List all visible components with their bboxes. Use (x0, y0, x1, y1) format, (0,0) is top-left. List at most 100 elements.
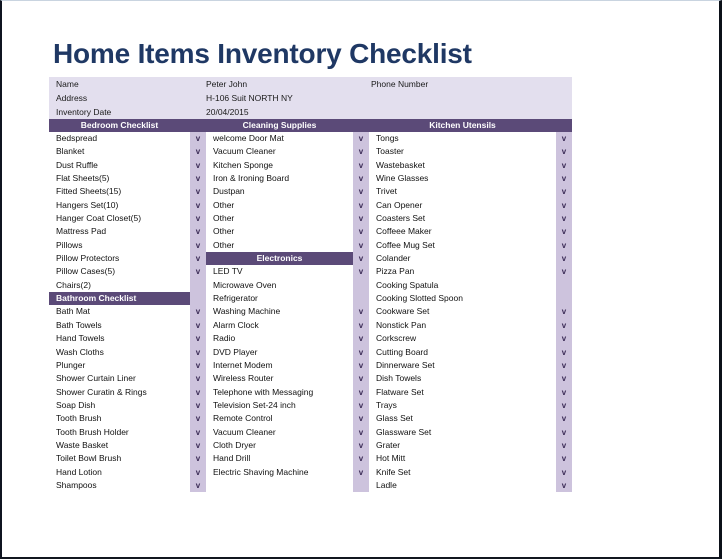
checkbox-cell[interactable]: v (556, 305, 572, 319)
checkbox-cell[interactable]: v (353, 412, 369, 426)
checklist-item-label: Other (206, 238, 353, 253)
checkbox-cell[interactable]: v (556, 452, 572, 466)
checkbox-cell[interactable]: v (353, 185, 369, 199)
checklist-item-label: Fitted Sheets(15) (49, 185, 190, 199)
checkbox-cell[interactable]: v (190, 158, 206, 173)
checklist-item-label: Electric Shaving Machine (206, 465, 353, 479)
checkbox-cell[interactable]: v (190, 198, 206, 213)
checkbox-cell[interactable]: v (556, 145, 572, 159)
checkbox-cell[interactable]: v (190, 132, 206, 146)
checkbox-cell[interactable]: v (190, 185, 206, 199)
checkbox-cell[interactable]: v (353, 238, 369, 253)
checkbox-cell[interactable]: v (190, 332, 206, 346)
checklist-item-label: Dust Ruffle (49, 158, 190, 173)
checkbox-cell[interactable]: v (556, 318, 572, 333)
checklist-row: Pillow Protectors v (49, 252, 206, 266)
column-header-spacer (190, 119, 206, 132)
checklist-item-label: Tooth Brush (49, 412, 190, 426)
checkbox-cell[interactable]: v (190, 145, 206, 159)
checkbox-cell[interactable]: v (190, 345, 206, 359)
checkbox-cell[interactable]: v (190, 358, 206, 373)
checklist-row: Tooth Brush v (49, 412, 206, 426)
checkbox-cell[interactable]: v (353, 372, 369, 386)
checkbox-cell[interactable]: v (353, 158, 369, 173)
checkbox-cell[interactable]: v (556, 185, 572, 199)
checklist-row: Hangers Set(10) v (49, 198, 206, 213)
checkbox-cell[interactable]: v (556, 132, 572, 146)
checkbox-cell[interactable]: v (190, 318, 206, 333)
checkbox-cell[interactable]: v (353, 172, 369, 186)
checkbox-cell[interactable]: v (353, 252, 369, 266)
checkbox-cell[interactable] (556, 292, 572, 306)
checkbox-cell[interactable] (353, 292, 369, 306)
checkbox-cell[interactable]: v (190, 425, 206, 439)
checkbox-cell[interactable]: v (190, 385, 206, 399)
checkbox-cell[interactable]: v (353, 318, 369, 333)
checkbox-cell[interactable]: v (353, 332, 369, 346)
checkbox-cell[interactable]: v (190, 438, 206, 453)
checkbox-cell[interactable]: v (190, 238, 206, 253)
checkbox-cell[interactable]: v (556, 172, 572, 186)
checklist-item-label: Toaster (369, 145, 556, 159)
checkbox-cell[interactable] (353, 278, 369, 293)
checklist-row: Bath Mat v (49, 305, 206, 319)
checkbox-cell[interactable]: v (353, 212, 369, 226)
checklist-row: Other v (206, 212, 369, 226)
checkbox-cell[interactable] (353, 478, 369, 493)
checkbox-cell[interactable]: v (353, 132, 369, 146)
checkbox-cell[interactable]: v (190, 252, 206, 266)
checkbox-cell[interactable]: v (556, 345, 572, 359)
checkbox-cell[interactable]: v (353, 265, 369, 279)
checkbox-cell[interactable]: v (556, 225, 572, 239)
checkbox-cell[interactable]: v (556, 238, 572, 253)
checkbox-cell[interactable]: v (190, 212, 206, 226)
checkbox-cell[interactable]: v (190, 372, 206, 386)
checkbox-cell[interactable]: v (556, 158, 572, 173)
info-value-name[interactable]: Peter John (206, 79, 371, 89)
checkbox-cell[interactable] (556, 278, 572, 293)
checkbox-cell[interactable]: v (353, 198, 369, 213)
info-value-inventory-date[interactable]: 20/04/2015 (206, 107, 371, 117)
checkbox-cell[interactable]: v (556, 398, 572, 413)
checkbox-cell[interactable]: v (556, 438, 572, 453)
checkbox-cell[interactable]: v (556, 358, 572, 373)
info-value-address[interactable]: H-106 Suit NORTH NY (206, 93, 371, 103)
checkbox-cell[interactable]: v (556, 265, 572, 279)
checkbox-cell[interactable]: v (353, 358, 369, 373)
checkbox-cell[interactable]: v (190, 398, 206, 413)
checkbox-cell[interactable] (190, 292, 206, 306)
checkbox-cell[interactable]: v (353, 425, 369, 439)
checkbox-cell[interactable]: v (353, 305, 369, 319)
checkbox-cell[interactable]: v (353, 345, 369, 359)
checkbox-cell[interactable]: v (190, 478, 206, 493)
checkbox-cell[interactable]: v (556, 198, 572, 213)
checkbox-cell[interactable]: v (556, 372, 572, 386)
checkbox-cell[interactable]: v (353, 465, 369, 479)
checkbox-cell[interactable]: v (556, 385, 572, 399)
checkbox-cell[interactable]: v (353, 438, 369, 453)
checkbox-cell[interactable]: v (190, 465, 206, 479)
checkbox-cell[interactable]: v (190, 265, 206, 279)
checkbox-cell[interactable]: v (556, 252, 572, 266)
checkbox-cell[interactable]: v (556, 478, 572, 493)
checkbox-cell[interactable]: v (190, 172, 206, 186)
checklist-row: Can Opener v (369, 198, 572, 213)
checkbox-cell[interactable]: v (353, 385, 369, 399)
checkbox-cell[interactable]: v (556, 465, 572, 479)
checkbox-cell[interactable]: v (190, 452, 206, 466)
checkbox-cell[interactable]: v (353, 225, 369, 239)
checklist-item-label: Flatware Set (369, 385, 556, 399)
checkbox-cell[interactable]: v (556, 412, 572, 426)
checkbox-cell[interactable]: v (190, 305, 206, 319)
checkbox-cell[interactable]: v (353, 398, 369, 413)
checkbox-cell[interactable]: v (353, 145, 369, 159)
checklist-item-label: LED TV (206, 265, 353, 279)
checkbox-cell[interactable]: v (190, 225, 206, 239)
checkbox-cell[interactable]: v (353, 452, 369, 466)
checkbox-cell[interactable]: v (556, 425, 572, 439)
checkbox-cell[interactable] (190, 278, 206, 293)
checklist-row: Trays v (369, 398, 572, 413)
checkbox-cell[interactable]: v (190, 412, 206, 426)
checkbox-cell[interactable]: v (556, 332, 572, 346)
checkbox-cell[interactable]: v (556, 212, 572, 226)
